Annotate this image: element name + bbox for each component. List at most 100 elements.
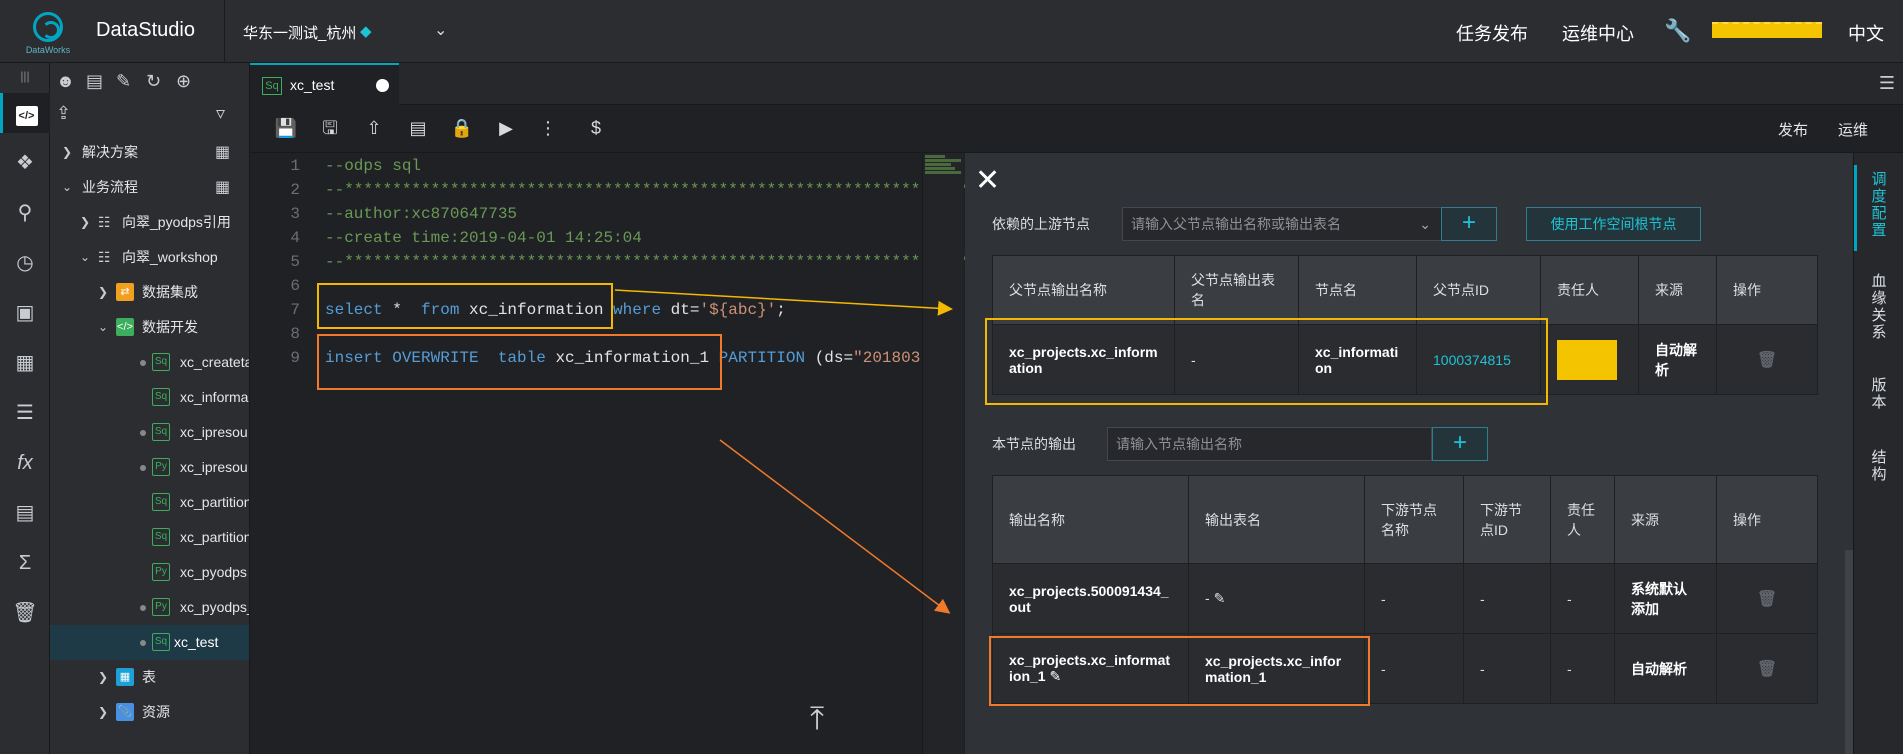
data-dev-icon[interactable]: </>	[0, 93, 50, 133]
function-icon[interactable]: fx	[0, 443, 50, 483]
editor-toolbar: 💾 🖫 ⇧ ▤ 🔒 ▶ ⋮ $ 发布 运维	[250, 105, 1903, 153]
minimap-line	[925, 163, 951, 166]
tree-node[interactable]: Sq xc_createta	[50, 345, 249, 380]
add-output-button[interactable]: +	[1432, 427, 1488, 461]
delete-icon[interactable]: 🗑	[1757, 661, 1777, 678]
scroll-top-icon[interactable]: ⤒	[810, 700, 824, 738]
add-upstream-button[interactable]: +	[1441, 207, 1497, 241]
language-switch[interactable]: 中文	[1848, 20, 1884, 46]
tree-item-data-dev[interactable]: ⌄ </> 数据开发	[50, 310, 249, 345]
code-line: --**************************************…	[325, 253, 965, 271]
paperclip-icon: 📎	[116, 703, 134, 721]
run-icon[interactable]: ▶	[494, 116, 518, 140]
right-side-tabs: 调度配置 血缘关系 版本 结构	[1853, 153, 1903, 754]
task-publish-link[interactable]: 任务发布	[1456, 20, 1528, 46]
tree-node-selected[interactable]: Sq xc_test	[50, 625, 249, 660]
table-cell: - ✎	[1188, 563, 1365, 634]
code-editor[interactable]: 1 2 3 4 5 6 7 8 9 --odps sql --*********…	[250, 153, 966, 754]
diamond-icon: ◆	[360, 23, 372, 40]
list-settings-icon[interactable]: ☰	[0, 393, 50, 433]
tree-item-resources[interactable]: ❯ 📎 资源	[50, 695, 249, 730]
save-as-icon[interactable]: 🖫	[318, 116, 342, 140]
tree-item-flow[interactable]: ❯ ☷ 向翠_pyodps引用	[50, 205, 249, 240]
tree-node[interactable]: Py xc_pyodps	[50, 555, 249, 590]
ops-center-link[interactable]: 运维中心	[1562, 20, 1634, 46]
table-header-row: 输出名称 输出表名 下游节点名称 下游节点ID 责任人 来源 操作	[992, 475, 1818, 564]
unsaved-dot-icon[interactable]	[376, 79, 389, 92]
logo-mark-icon	[33, 12, 63, 42]
refresh-icon[interactable]: ↻	[146, 71, 161, 92]
filter-icon[interactable]: ▿	[216, 103, 225, 124]
highlight-upstream-row	[985, 318, 1548, 405]
grip-icon[interactable]: |||	[0, 69, 50, 83]
code-minimap[interactable]	[922, 153, 964, 754]
source-cell: 系统默认添加	[1614, 563, 1717, 634]
ops-button[interactable]: 运维	[1838, 119, 1868, 140]
line-number: 3	[290, 205, 300, 223]
grid-icon[interactable]: ▦	[215, 170, 230, 205]
integration-icon: ⇄	[116, 283, 134, 301]
table-icon[interactable]: ▦	[0, 343, 50, 383]
resource-icon[interactable]: ▤	[0, 493, 50, 533]
tree-item-flow[interactable]: ⌄ ☷ 向翠_workshop	[50, 240, 249, 275]
code-line: --odps sql	[325, 157, 422, 175]
chevron-right-icon: ❯	[80, 215, 91, 229]
clock-icon[interactable]: ◷	[0, 243, 50, 283]
add-file-icon[interactable]: ✎	[116, 71, 131, 92]
new-file-icon[interactable]: ▤	[86, 71, 103, 92]
workflow-icon: ☷	[98, 214, 111, 230]
import-icon[interactable]: ▣	[0, 293, 50, 333]
tree-node[interactable]: Sq xc_partition	[50, 485, 249, 520]
panel-scrollbar[interactable]	[1845, 550, 1853, 754]
sigma-icon[interactable]: Σ	[0, 543, 50, 583]
edit-icon[interactable]: ✎	[1214, 590, 1226, 606]
import-icon[interactable]: ⇪	[56, 103, 71, 124]
upstream-input[interactable]: 请输入父节点输出名称或输出表名 ⌄	[1122, 207, 1442, 241]
steal-lock-icon[interactable]: ▤	[406, 116, 430, 140]
line-number: 9	[290, 349, 300, 367]
chevron-down-icon: ⌄	[98, 320, 109, 334]
grid-icon[interactable]: ▦	[215, 135, 230, 170]
tree-node[interactable]: Py xc_ipresou	[50, 450, 249, 485]
region-selector[interactable]: 华东一测试_杭州	[243, 22, 356, 43]
use-root-node-button[interactable]: 使用工作空间根节点	[1526, 207, 1701, 241]
publish-button[interactable]: 发布	[1778, 119, 1808, 140]
tab-lineage[interactable]: 血缘关系	[1854, 273, 1903, 341]
tree-node[interactable]: Sq xc_ipresou	[50, 415, 249, 450]
search-icon[interactable]: ⚲	[0, 193, 50, 233]
tree-node[interactable]: Sq xc_informa	[50, 380, 249, 415]
trash-icon[interactable]: 🗑	[0, 593, 50, 633]
user-account[interactable]	[1712, 22, 1822, 38]
delete-icon[interactable]: 🗑	[1757, 591, 1777, 608]
tab-version[interactable]: 版本	[1854, 377, 1903, 411]
component-icon[interactable]: ❖	[0, 143, 50, 183]
tree-item-tables[interactable]: ❯ ▦ 表	[50, 660, 249, 695]
close-icon[interactable]: ✕	[975, 163, 1000, 198]
chevron-down-icon[interactable]: ⌄	[434, 20, 447, 40]
menu-icon[interactable]: ☰	[1879, 73, 1895, 94]
save-icon[interactable]: 💾	[274, 116, 298, 140]
tree-item-solutions[interactable]: ❯ 解决方案 ▦	[50, 135, 249, 170]
delete-icon[interactable]: 🗑	[1757, 352, 1777, 369]
wrench-icon[interactable]: 🔧	[1664, 18, 1691, 44]
tree-item-business-flow[interactable]: ⌄ 业务流程 ▦	[50, 170, 249, 205]
tab-schedule-config[interactable]: 调度配置	[1854, 165, 1903, 251]
tree-node[interactable]: Py xc_pyodps_	[50, 590, 249, 625]
submit-icon[interactable]: ⇧	[362, 116, 386, 140]
python-file-icon: Py	[152, 598, 170, 616]
user-icon[interactable]: ☻	[56, 71, 75, 92]
tree-item-data-integration[interactable]: ❯ ⇄ 数据集成	[50, 275, 249, 310]
dataworks-logo[interactable]: DataWorks	[20, 10, 76, 56]
minimap-line	[925, 171, 961, 174]
status-dot	[140, 640, 146, 646]
tree-node[interactable]: Sq xc_partition	[50, 520, 249, 555]
cost-icon[interactable]: $	[584, 116, 608, 140]
output-input[interactable]: 请输入节点输出名称	[1107, 427, 1432, 461]
tab-structure[interactable]: 结构	[1854, 449, 1903, 483]
sql-file-icon: Sq	[152, 353, 170, 371]
downstream-id-cell: -	[1463, 563, 1551, 634]
locate-icon[interactable]: ⊕	[176, 71, 191, 92]
more-icon[interactable]: ⋮	[536, 116, 560, 140]
chevron-right-icon: ❯	[98, 705, 109, 719]
tab-xc-test[interactable]: Sq xc_test	[250, 63, 399, 105]
